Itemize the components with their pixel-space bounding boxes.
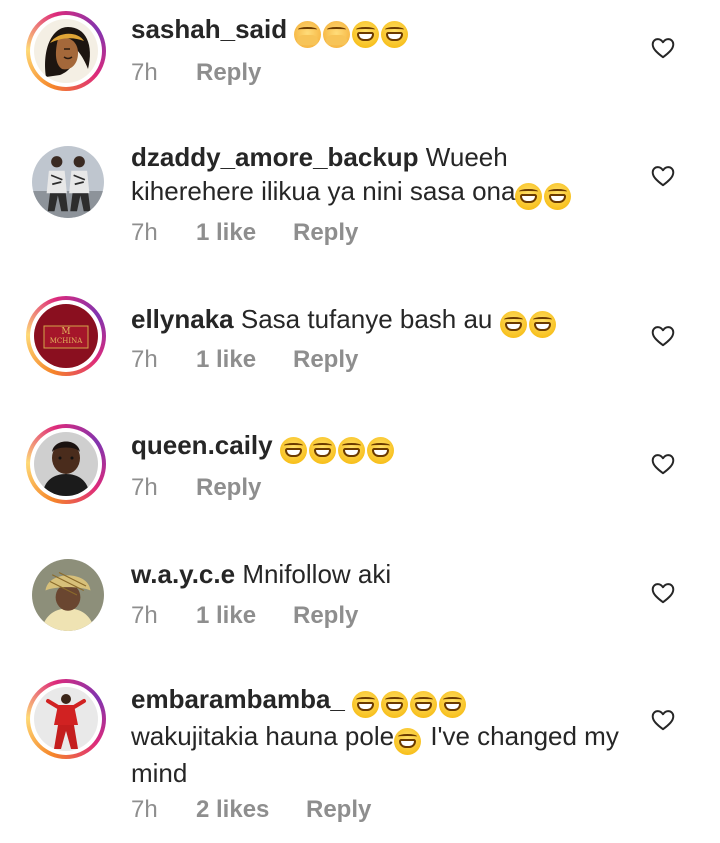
comment-emojis (515, 177, 573, 211)
likes-count[interactable]: 1 like (196, 602, 256, 630)
reply-button[interactable]: Reply (196, 474, 261, 502)
illustrated-woman-avatar (34, 19, 98, 83)
reply-button[interactable]: Reply (306, 796, 371, 824)
avatar[interactable] (26, 679, 106, 759)
avatar[interactable] (32, 559, 104, 631)
hands-icon (323, 20, 351, 48)
woman-portrait-avatar (34, 432, 98, 496)
heart-outline-icon[interactable] (650, 580, 676, 606)
svg-text:M: M (61, 327, 70, 337)
comment-username[interactable]: dzaddy_amore_backup (131, 142, 419, 172)
comment-time: 7h (131, 59, 158, 86)
avatar[interactable]: M MCHINA (26, 296, 106, 376)
comment-item: M MCHINA ellynaka Sasa tufanye bash au 7… (0, 288, 720, 398)
comment-emojis (352, 685, 468, 719)
avatar[interactable] (32, 146, 104, 218)
comment-text: Mnifollow aki (242, 559, 392, 589)
red-suit-man-avatar (34, 687, 98, 751)
heart-outline-icon[interactable] (650, 707, 676, 733)
grin-icon (337, 436, 365, 464)
svg-text:MCHINA: MCHINA (50, 337, 84, 345)
comment-username[interactable]: ellynaka (131, 304, 234, 334)
reply-button[interactable]: Reply (293, 346, 358, 374)
grin-icon (544, 182, 572, 210)
heart-outline-icon[interactable] (650, 323, 676, 349)
comment-time: 7h (131, 219, 158, 246)
reply-button[interactable]: Reply (293, 219, 358, 247)
grin-icon (308, 436, 336, 464)
comment-emojis-inline (394, 722, 423, 756)
likes-count[interactable]: 2 likes (196, 796, 269, 824)
comment-emojis (294, 15, 410, 49)
heart-outline-icon[interactable] (650, 451, 676, 477)
grin-icon (366, 436, 394, 464)
reply-button[interactable]: Reply (196, 59, 261, 87)
comment-item: embarambamba_ wakujitakia hauna pole I'v… (0, 672, 720, 843)
comment-text: Sasa tufanye bash au (240, 304, 493, 334)
hands-icon (294, 20, 322, 48)
comment-item: sashah_said 7h Reply (0, 0, 720, 110)
comment-list: sashah_said 7h Reply dzaddy_amore_backup… (0, 0, 720, 843)
heart-outline-icon[interactable] (650, 35, 676, 61)
grin-icon (352, 20, 380, 48)
couple-photo-avatar (32, 146, 104, 218)
grin-icon (381, 690, 409, 718)
grin-icon (381, 20, 409, 48)
comment-emojis (279, 431, 396, 465)
comment-time: 7h (131, 474, 158, 501)
reply-button[interactable]: Reply (293, 602, 358, 630)
bucket-hat-avatar (32, 559, 104, 631)
comment-time: 7h (131, 346, 158, 373)
grin-icon (279, 436, 307, 464)
comment-time: 7h (131, 796, 158, 823)
heart-outline-icon[interactable] (650, 163, 676, 189)
grin-icon (394, 727, 422, 755)
grin-icon (410, 690, 438, 718)
likes-count[interactable]: 1 like (196, 346, 256, 374)
comment-username[interactable]: embarambamba_ (131, 684, 345, 714)
mchina-logo-avatar: M MCHINA (34, 304, 98, 368)
grin-icon (439, 690, 467, 718)
grin-icon (352, 690, 380, 718)
comment-item: w.a.y.c.e Mnifollow aki 7h 1 like Reply (0, 545, 720, 655)
grin-icon (515, 182, 543, 210)
comment-item: dzaddy_amore_backup Wueeh kiherehere ili… (0, 130, 720, 270)
comment-username[interactable]: w.a.y.c.e (131, 559, 235, 589)
comment-text: wakujitakia hauna pole (131, 721, 395, 751)
grin-icon (499, 310, 527, 338)
grin-icon (528, 310, 556, 338)
comment-time: 7h (131, 602, 158, 629)
comment-item: queen.caily 7h Reply (0, 415, 720, 525)
avatar[interactable] (26, 11, 106, 91)
comment-emojis (499, 305, 558, 339)
avatar[interactable] (26, 424, 106, 504)
comment-username[interactable]: sashah_said (131, 14, 287, 44)
likes-count[interactable]: 1 like (196, 219, 256, 247)
comment-username[interactable]: queen.caily (131, 430, 273, 460)
